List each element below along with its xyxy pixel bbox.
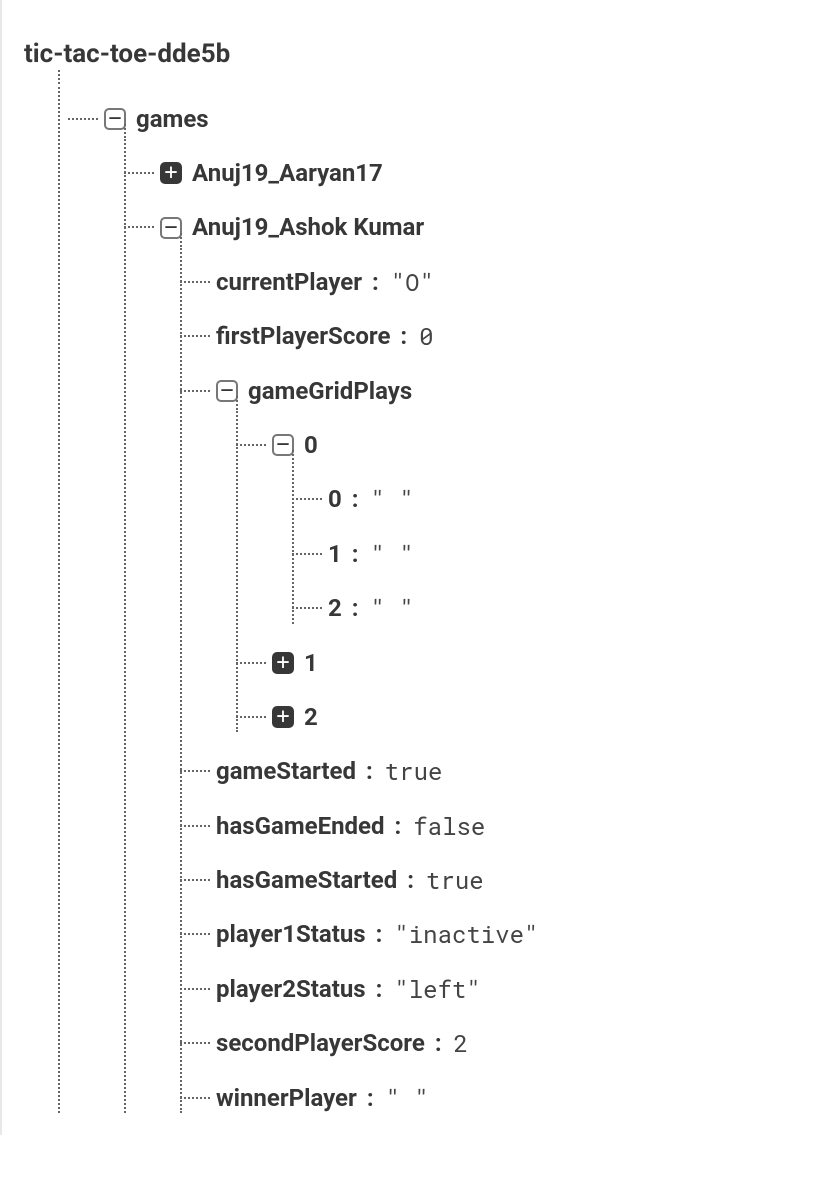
node-key: gameGridPlays — [248, 372, 412, 410]
node-key: 2 — [304, 698, 318, 736]
field-key: 1 — [328, 535, 342, 573]
field-value: " " — [371, 589, 414, 627]
root-title: tic-tac-toe-dde5b — [24, 30, 812, 92]
field-value: 2 — [454, 1024, 468, 1062]
field-value: " " — [386, 1079, 429, 1117]
expand-icon[interactable] — [160, 162, 182, 184]
node-key: games — [136, 100, 209, 138]
field-value: true — [426, 861, 484, 899]
field-player2Status[interactable]: player2Status: "left" — [216, 962, 812, 1016]
collapse-icon[interactable] — [160, 217, 182, 239]
node-key: 0 — [304, 426, 318, 464]
field-key: player1Status — [216, 915, 366, 953]
expand-icon[interactable] — [272, 706, 294, 728]
expand-icon[interactable] — [272, 652, 294, 674]
field-value: "O" — [391, 263, 434, 301]
field-cell-0-1[interactable]: 1: " " — [328, 527, 812, 581]
field-value: "left" — [394, 970, 480, 1008]
field-key: hasGameEnded — [216, 807, 385, 845]
node-game-1[interactable]: Anuj19_Aaryan17 — [160, 146, 812, 200]
field-player1Status[interactable]: player1Status: "inactive" — [216, 907, 812, 961]
field-key: gameStarted — [216, 752, 356, 790]
field-currentPlayer[interactable]: currentPlayer: "O" — [216, 255, 812, 309]
field-secondPlayerScore[interactable]: secondPlayerScore: 2 — [216, 1016, 812, 1070]
collapse-icon[interactable] — [216, 380, 238, 402]
field-key: winnerPlayer — [216, 1079, 357, 1117]
node-game-2[interactable]: Anuj19_Ashok Kumar currentPlayer: "O" — [160, 200, 812, 1125]
field-value: 0 — [419, 317, 433, 355]
field-key: hasGameStarted — [216, 861, 397, 899]
field-value: false — [413, 807, 485, 845]
field-hasGameEnded[interactable]: hasGameEnded: false — [216, 799, 812, 853]
field-cell-0-0[interactable]: 0: " " — [328, 472, 812, 526]
field-value: " " — [371, 480, 414, 518]
field-gameStarted[interactable]: gameStarted: true — [216, 744, 812, 798]
collapse-icon[interactable] — [104, 108, 126, 130]
field-firstPlayerScore[interactable]: firstPlayerScore: 0 — [216, 309, 812, 363]
db-tree-root: tic-tac-toe-dde5b games Anuj19_Aaryan17 — [0, 0, 822, 1135]
field-winnerPlayer[interactable]: winnerPlayer: " " — [216, 1071, 812, 1125]
field-hasGameStarted[interactable]: hasGameStarted: true — [216, 853, 812, 907]
field-value: true — [385, 752, 443, 790]
field-value: "inactive" — [394, 915, 538, 953]
node-grid-row-0[interactable]: 0 0: " " — [272, 418, 812, 636]
node-key: 1 — [304, 644, 318, 682]
collapse-icon[interactable] — [272, 434, 294, 456]
field-cell-0-2[interactable]: 2: " " — [328, 581, 812, 635]
node-key: Anuj19_Ashok Kumar — [192, 208, 424, 246]
field-key: secondPlayerScore — [216, 1024, 425, 1062]
node-games[interactable]: games Anuj19_Aaryan17 Anuj19_Ashok Kumar — [104, 92, 812, 1125]
node-key: Anuj19_Aaryan17 — [192, 154, 383, 192]
node-gameGridPlays[interactable]: gameGridPlays 0 — [216, 364, 812, 745]
node-grid-row-2[interactable]: 2 — [272, 690, 812, 744]
field-key: firstPlayerScore — [216, 317, 390, 355]
field-key: currentPlayer — [216, 263, 362, 301]
field-value: " " — [371, 535, 414, 573]
field-key: player2Status — [216, 970, 366, 1008]
field-key: 0 — [328, 480, 342, 518]
field-key: 2 — [328, 589, 342, 627]
node-grid-row-1[interactable]: 1 — [272, 636, 812, 690]
